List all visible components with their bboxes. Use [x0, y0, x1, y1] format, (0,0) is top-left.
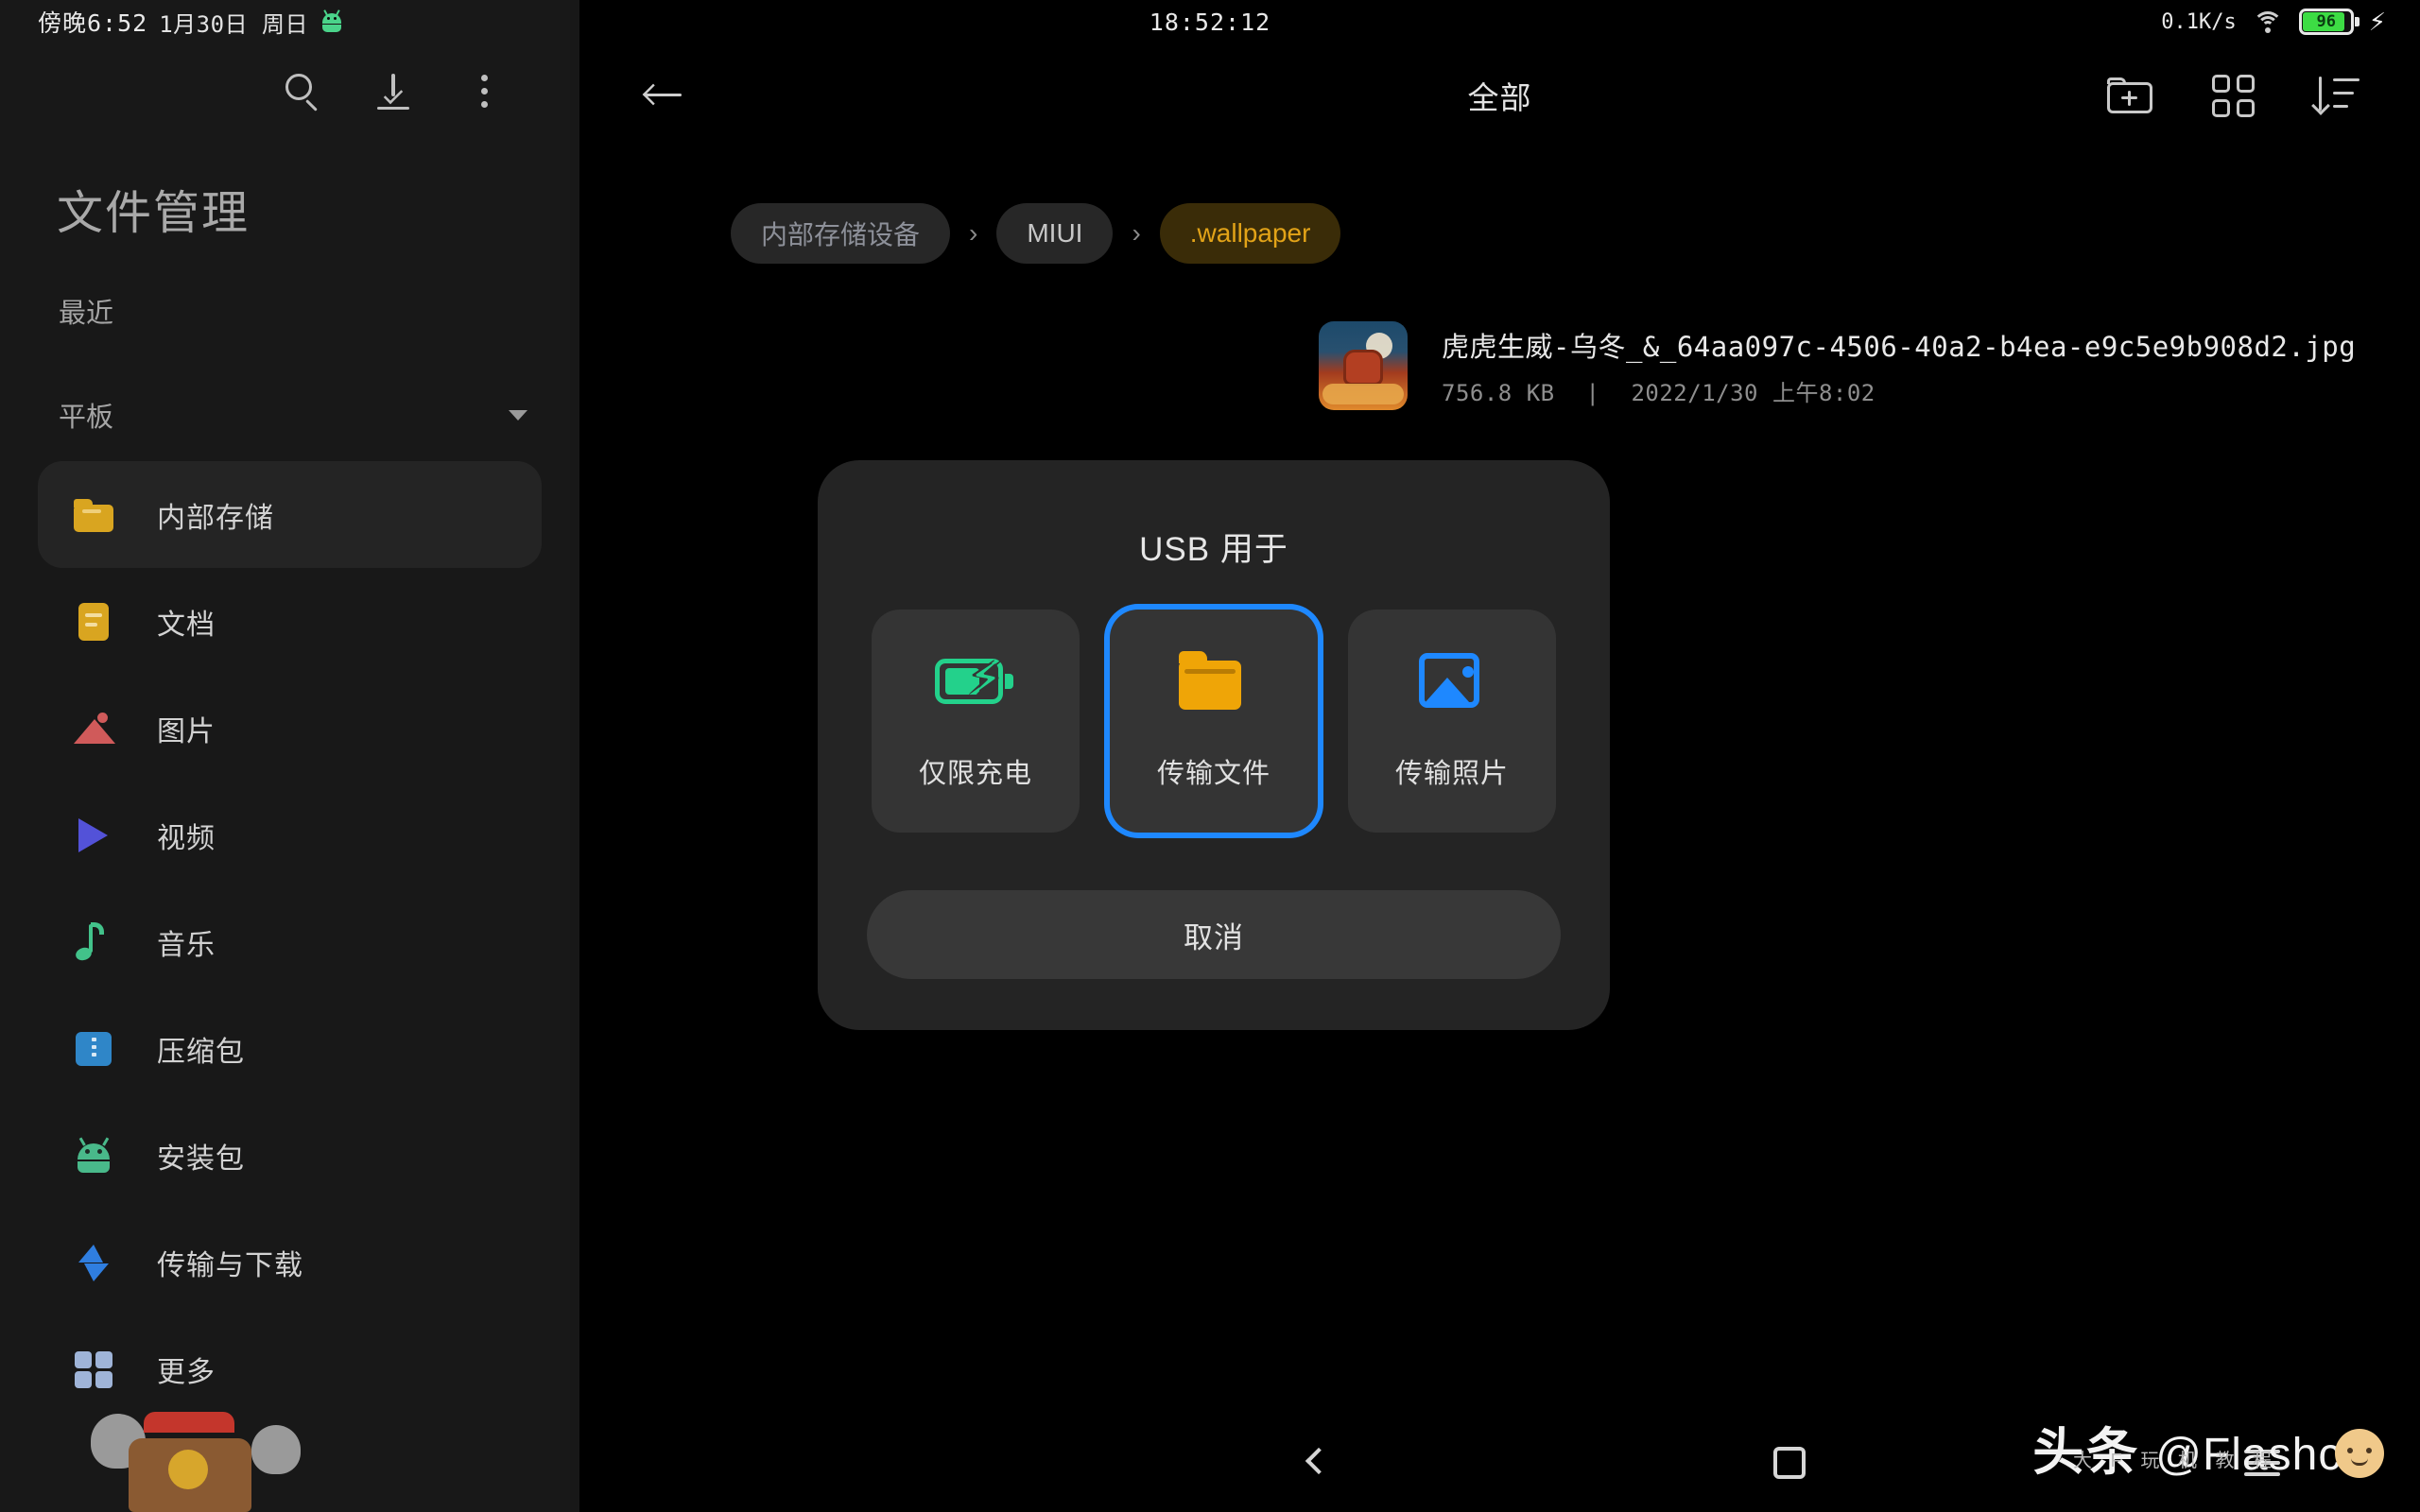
new-folder-icon[interactable] [2104, 69, 2157, 122]
sidebar-item-label: 安装包 [157, 1143, 245, 1175]
sidebar-item-documents[interactable]: 文档 [38, 568, 542, 675]
breadcrumb-separator: › [969, 218, 978, 248]
file-meta-separator: | [1585, 379, 1600, 406]
sidebar-item-videos[interactable]: 视频 [38, 782, 542, 888]
search-icon[interactable] [273, 61, 332, 120]
sidebar-group-tablet[interactable]: 平板 [59, 395, 527, 435]
center-clock: 18:52:12 [1149, 8, 1271, 36]
sidebar-item-label: 图片 [157, 715, 216, 747]
sidebar-item-label: 内部存储 [157, 502, 274, 534]
watermark: 头条 @Flashcer 大 F 玩 机 教 程 [2032, 1427, 2384, 1478]
usb-option-label: 传输文件 [1156, 759, 1270, 789]
more-vertical-icon[interactable] [455, 61, 513, 120]
file-subtitle: 756.8 KB | 2022/1/30 上午8:02 [1442, 374, 2356, 407]
file-date: 2022/1/30 上午8:02 [1631, 379, 1876, 406]
breadcrumb: 内部存储设备 › MIUI › .wallpaper [579, 203, 2420, 264]
network-speed: 0.1K/s [2161, 9, 2237, 34]
file-metadata: 虎虎生威-乌冬_&_64aa097c-4506-40a2-b4ea-e9c5e9… [1442, 325, 2356, 407]
status-bar: 傍晚6:52 1月30日 周日 18:52:12 0.1K/s 96 ⚡ [0, 0, 2420, 43]
android-apk-icon [72, 1134, 115, 1177]
image-thumbnail [1319, 321, 1408, 410]
status-bar-right: 0.1K/s 96 ⚡ [2161, 0, 2386, 43]
zip-archive-icon [72, 1027, 115, 1071]
photo-icon [1411, 651, 1493, 712]
usb-option-label: 传输照片 [1394, 759, 1509, 789]
breadcrumb-item-root[interactable]: 内部存储设备 [731, 203, 951, 264]
status-bar-center: 18:52:12 [0, 0, 2420, 43]
video-play-icon [72, 814, 115, 857]
document-icon [72, 600, 115, 644]
breadcrumb-item-wallpaper[interactable]: .wallpaper [1159, 203, 1341, 264]
app-bar-actions [2104, 69, 2365, 122]
sidebar-item-recent[interactable]: 最近 [59, 291, 113, 331]
chevron-down-icon [509, 409, 527, 421]
battery-charging-icon: ⚡ [935, 651, 1016, 712]
sidebar-item-internal-storage[interactable]: 内部存储 [38, 461, 542, 568]
folder-icon [1173, 651, 1254, 712]
nav-back-icon[interactable] [1284, 1430, 1350, 1496]
breadcrumb-separator: › [1132, 218, 1141, 248]
sidebar-group-label: 平板 [59, 403, 114, 433]
smiley-face-icon [2335, 1429, 2384, 1478]
sidebar-toolbar [0, 43, 579, 138]
sort-descending-icon[interactable] [2311, 69, 2365, 122]
mi-bunny-mascot [91, 1406, 306, 1512]
screen-root: 傍晚6:52 1月30日 周日 18:52:12 0.1K/s 96 ⚡ 文件管… [0, 0, 2420, 1512]
file-list-item[interactable]: 虎虎生威-乌冬_&_64aa097c-4506-40a2-b4ea-e9c5e9… [579, 314, 2420, 418]
sidebar-item-label: 传输与下载 [157, 1249, 303, 1281]
sidebar-item-label: 压缩包 [157, 1036, 245, 1068]
sidebar-item-archives[interactable]: 压缩包 [38, 995, 542, 1102]
music-note-icon [72, 920, 115, 964]
app-bar: 全部 [579, 43, 2420, 147]
breadcrumb-item-miui[interactable]: MIUI [996, 203, 1114, 264]
file-size: 756.8 KB [1442, 379, 1555, 406]
grid-view-icon[interactable] [2208, 69, 2261, 122]
sidebar-item-apks[interactable]: 安装包 [38, 1102, 542, 1209]
nav-home-icon[interactable] [1756, 1430, 1823, 1496]
usb-option-charge-only[interactable]: ⚡ 仅限充电 [872, 610, 1080, 833]
sidebar-item-label: 视频 [157, 822, 216, 854]
sidebar-item-label: 文档 [157, 609, 216, 641]
sidebar: 文件管理 最近 平板 内部存储 文档 图片 视频 音乐 压缩包 安装包 传输与下… [0, 0, 579, 1512]
usb-option-label: 仅限充电 [918, 759, 1032, 789]
dialog-title: USB 用于 [1139, 531, 1288, 568]
sidebar-nav-list: 内部存储 文档 图片 视频 音乐 压缩包 安装包 传输与下载 更多 [0, 461, 579, 1422]
grid-more-icon [72, 1348, 115, 1391]
sidebar-item-label: 音乐 [157, 929, 216, 961]
page-title: 文件管理 [57, 188, 251, 239]
usb-mode-dialog: USB 用于 ⚡ 仅限充电 传输文件 传输照片 取消 [818, 460, 1610, 1030]
battery-percent: 96 [2316, 12, 2336, 31]
usb-option-group: ⚡ 仅限充电 传输文件 传输照片 [818, 610, 1610, 833]
image-icon [72, 707, 115, 750]
lightning-bolt-icon: ⚡ [2368, 8, 2386, 36]
sidebar-item-music[interactable]: 音乐 [38, 888, 542, 995]
usb-option-transfer-photos[interactable]: 传输照片 [1348, 610, 1556, 833]
file-name: 虎虎生威-乌冬_&_64aa097c-4506-40a2-b4ea-e9c5e9… [1442, 330, 2357, 363]
sidebar-item-label: 更多 [157, 1356, 216, 1388]
folder-icon [72, 493, 115, 537]
usb-option-transfer-files[interactable]: 传输文件 [1110, 610, 1318, 833]
download-icon[interactable] [364, 61, 423, 120]
cancel-button[interactable]: 取消 [867, 890, 1561, 979]
watermark-subtitle: 大 F 玩 机 教 程 [2073, 1451, 2278, 1471]
sidebar-item-transfer-download[interactable]: 传输与下载 [38, 1209, 542, 1315]
wifi-icon [2252, 9, 2284, 34]
battery-icon: 96 [2298, 9, 2360, 35]
transfer-bolt-icon [72, 1241, 115, 1284]
sidebar-item-images[interactable]: 图片 [38, 675, 542, 782]
